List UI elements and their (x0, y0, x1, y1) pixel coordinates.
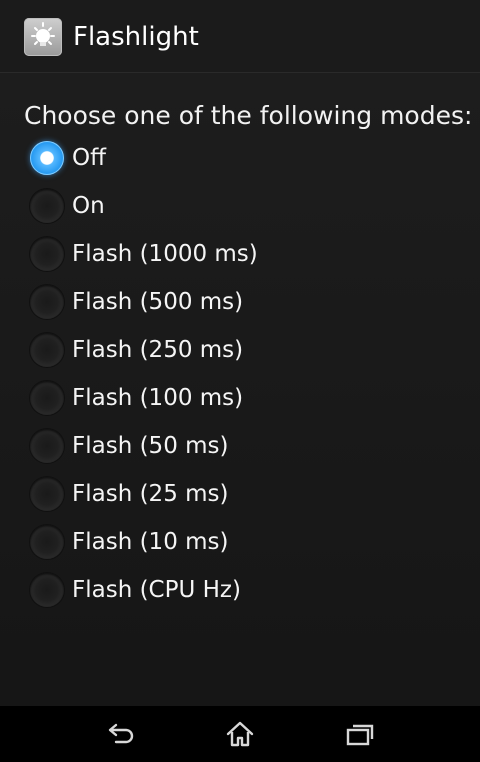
mode-label: Flash (50 ms) (72, 433, 229, 459)
mode-label: Flash (500 ms) (72, 289, 244, 315)
mode-label: Flash (1000 ms) (72, 241, 258, 267)
mode-option-flash-1000[interactable]: Flash (1000 ms) (0, 230, 480, 278)
mode-option-off[interactable]: Off (0, 134, 480, 182)
mode-label: Flash (10 ms) (72, 529, 229, 555)
mode-option-flash-250[interactable]: Flash (250 ms) (0, 326, 480, 374)
radio-button[interactable] (30, 189, 64, 223)
recent-apps-icon (346, 724, 374, 746)
home-icon (226, 721, 254, 747)
radio-button[interactable] (30, 429, 64, 463)
mode-option-flash-25[interactable]: Flash (25 ms) (0, 470, 480, 518)
mode-label: Flash (100 ms) (72, 385, 244, 411)
radio-button[interactable] (30, 333, 64, 367)
radio-button[interactable] (30, 381, 64, 415)
mode-label: Flash (CPU Hz) (72, 577, 241, 603)
mode-option-flash-50[interactable]: Flash (50 ms) (0, 422, 480, 470)
mode-option-on[interactable]: On (0, 182, 480, 230)
mode-label: On (72, 193, 105, 219)
action-bar: Flashlight (0, 0, 480, 73)
mode-prompt: Choose one of the following modes: (24, 101, 473, 130)
mode-radio-group: Off On Flash (1000 ms) Flash (500 ms) Fl… (0, 134, 480, 614)
radio-button[interactable] (30, 237, 64, 271)
radio-button[interactable] (30, 141, 64, 175)
navigation-bar (0, 706, 480, 762)
mode-option-flash-100[interactable]: Flash (100 ms) (0, 374, 480, 422)
mode-label: Flash (250 ms) (72, 337, 244, 363)
recent-apps-button[interactable] (340, 716, 380, 752)
mode-label: Off (72, 145, 106, 171)
mode-label: Flash (25 ms) (72, 481, 229, 507)
mode-option-flash-500[interactable]: Flash (500 ms) (0, 278, 480, 326)
back-button[interactable] (100, 716, 140, 752)
bulb-app-icon[interactable] (24, 18, 62, 56)
app-title: Flashlight (73, 22, 199, 52)
radio-button[interactable] (30, 525, 64, 559)
bulb-icon (31, 22, 55, 46)
back-icon (108, 723, 134, 744)
radio-button[interactable] (30, 573, 64, 607)
radio-button[interactable] (30, 285, 64, 319)
mode-option-flash-cpu-hz[interactable]: Flash (CPU Hz) (0, 566, 480, 614)
radio-button[interactable] (30, 477, 64, 511)
home-button[interactable] (220, 716, 260, 752)
mode-option-flash-10[interactable]: Flash (10 ms) (0, 518, 480, 566)
